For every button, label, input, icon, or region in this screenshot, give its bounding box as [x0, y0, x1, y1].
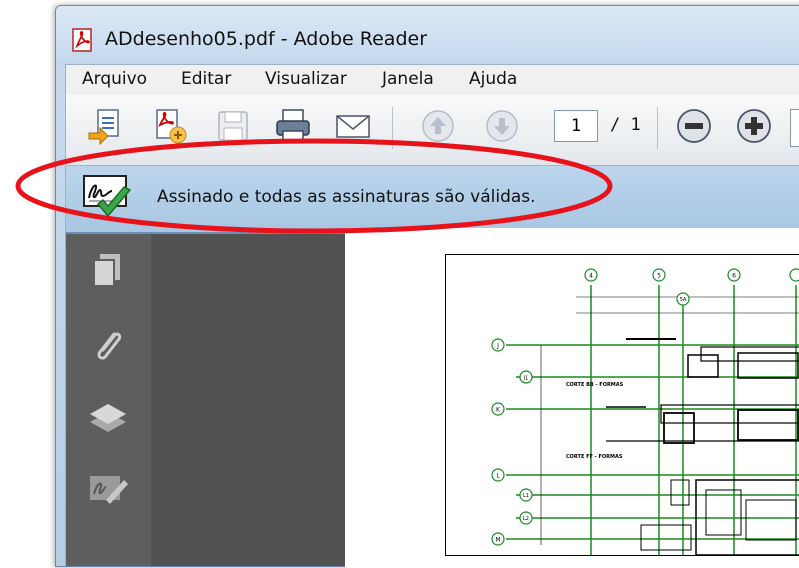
- grid-label: L2: [523, 516, 529, 522]
- signatures-icon[interactable]: [86, 466, 130, 510]
- architectural-drawing: 4 5 5A 6 J J1 K L L1 L2 M CORTE BB - FOR…: [445, 254, 799, 556]
- menu-arquivo[interactable]: Arquivo: [82, 69, 147, 89]
- zoom-in-icon[interactable]: [735, 107, 773, 145]
- section-title: CORTE FF - FORMAS: [566, 454, 623, 460]
- email-icon[interactable]: [334, 107, 372, 145]
- grid-label: J1: [523, 376, 529, 382]
- section-title: CORTE BB - FORMAS: [566, 382, 624, 388]
- save-icon[interactable]: [214, 107, 252, 145]
- grid-label: M: [495, 537, 500, 544]
- signature-valid-icon: [83, 175, 132, 218]
- print-icon[interactable]: [274, 107, 312, 145]
- toolbar-separator: [657, 107, 658, 149]
- toolbar: 1 / 1: [65, 95, 799, 166]
- grid-label: J: [496, 343, 499, 350]
- zoom-out-icon[interactable]: [675, 107, 713, 145]
- grid-label: 5A: [680, 297, 687, 303]
- zoom-level-input[interactable]: [790, 109, 799, 147]
- next-page-icon[interactable]: [483, 107, 521, 145]
- menu-janela[interactable]: Janela: [382, 69, 434, 89]
- toolbar-separator: [392, 107, 393, 149]
- grid-label: L1: [523, 493, 529, 499]
- layers-icon[interactable]: [86, 396, 130, 440]
- menu-editar[interactable]: Editar: [181, 69, 231, 89]
- adobe-pdf-icon: [72, 28, 92, 52]
- attachments-icon[interactable]: [86, 324, 130, 368]
- export-icon[interactable]: [151, 107, 189, 145]
- menu-visualizar[interactable]: Visualizar: [265, 69, 347, 89]
- menu-ajuda[interactable]: Ajuda: [469, 69, 517, 89]
- previous-page-icon[interactable]: [419, 107, 457, 145]
- grid-label: 5: [657, 273, 661, 280]
- grid-label: 4: [589, 273, 593, 280]
- navigation-sidebar: [65, 234, 151, 566]
- create-pdf-icon[interactable]: [86, 107, 124, 145]
- signature-status-message: Assinado e todas as assinaturas são váli…: [157, 187, 536, 207]
- page-total-label: / 1: [610, 115, 641, 135]
- pages-icon[interactable]: [86, 248, 130, 292]
- grid-label: 6: [732, 273, 736, 280]
- signature-bar: Assinado e todas as assinaturas são váli…: [65, 166, 799, 234]
- window-title: ADdesenho05.pdf - Adobe Reader: [105, 28, 428, 50]
- menu-bar: Arquivo Editar Visualizar Janela Ajuda: [65, 64, 799, 95]
- page-number-input[interactable]: 1: [554, 110, 598, 142]
- title-bar[interactable]: ADdesenho05.pdf - Adobe Reader: [56, 6, 799, 64]
